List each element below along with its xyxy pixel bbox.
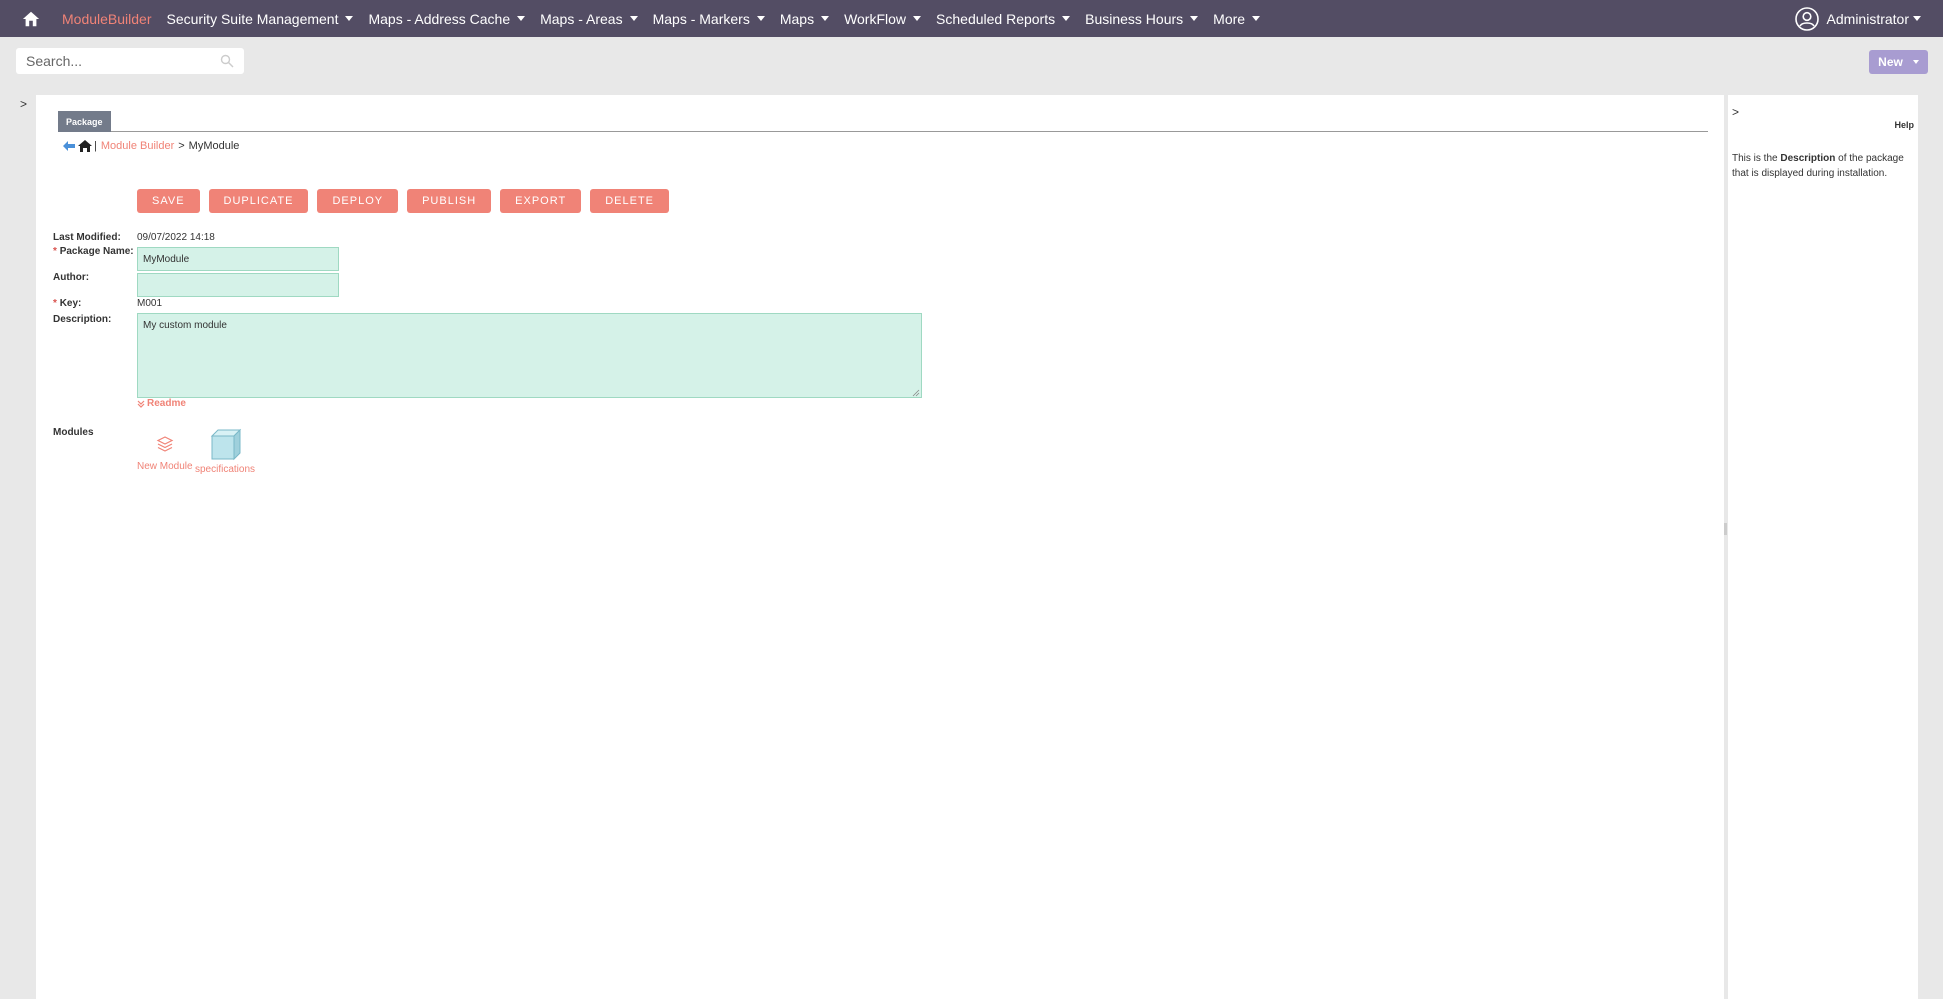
nav-item-security-suite[interactable]: Security Suite Management [167,11,354,27]
nav-item-label: More [1213,10,1246,27]
breadcrumb-separator: | [94,140,97,152]
caret-down-icon [1062,16,1071,21]
user-name: Administrator [1826,10,1909,27]
home-button[interactable] [0,0,62,37]
caret-down-icon [1912,60,1919,64]
module-label: specifications [195,464,256,475]
description-label: Description: [53,314,112,325]
breadcrumb-current: MyModule [188,140,240,152]
nav-item-label: WorkFlow [844,10,907,27]
nav-item-maps-areas[interactable]: Maps - Areas [540,10,638,27]
nav-item-scheduled-reports[interactable]: Scheduled Reports [936,10,1071,27]
tab-bar: Package [58,111,1708,132]
caret-down-icon [1190,16,1199,21]
new-button[interactable]: New [1869,50,1928,74]
last-modified-label: Last Modified: [53,232,121,243]
home-icon [22,11,40,26]
nav-item-label: Maps - Markers [652,10,750,27]
modules-label: Modules [53,427,94,438]
nav-item-maps-address-cache[interactable]: Maps - Address Cache [368,10,526,27]
caret-down-icon [1252,16,1261,21]
delete-button[interactable]: DELETE [590,189,669,213]
caret-down-icon [756,16,765,21]
help-text: This is the Description of the package t… [1732,151,1914,181]
breadcrumb-link-module-builder[interactable]: Module Builder [101,140,174,152]
nav-item-label: ModuleBuilder [62,10,152,27]
publish-button[interactable]: PUBLISH [407,189,492,213]
home-icon[interactable] [78,140,92,152]
nav-item-label: Maps - Address Cache [368,10,511,27]
package-name-label-text: Package Name: [59,246,134,257]
top-navigation-bar: ModuleBuilder Security Suite Management … [0,0,1943,37]
caret-down-icon [517,16,526,21]
caret-down-icon [913,16,922,21]
nav-item-label: Scheduled Reports [936,10,1056,27]
key-value: M001 [137,298,163,309]
user-avatar-icon [1794,6,1819,31]
splitter-grip[interactable] [1724,523,1727,535]
nav-item-label: Business Hours [1085,10,1184,27]
breadcrumb: | Module Builder > MyModule [62,140,239,152]
left-sidebar-toggle[interactable]: > [20,97,27,111]
package-name-label: * Package Name: [53,246,134,257]
help-panel-toggle[interactable]: > [1732,105,1739,119]
caret-down-icon [629,16,638,21]
action-buttons: SAVE DUPLICATE DEPLOY PUBLISH EXPORT DEL… [137,189,678,213]
caret-down-icon [821,16,830,21]
readme-toggle[interactable]: Readme [137,398,186,409]
help-text-bold: Description [1780,153,1836,164]
required-mark: * [53,298,57,309]
user-menu[interactable]: Administrator [1794,6,1921,31]
nav-item-label: Security Suite Management [166,10,339,27]
breadcrumb-arrow: > [178,140,185,152]
key-label: * Key: [53,298,81,309]
package-name-input[interactable] [137,247,339,271]
duplicate-button[interactable]: DUPLICATE [208,189,309,213]
search-bar-row: New [0,37,1943,85]
author-label: Author: [53,272,90,283]
main-panel: Package | Module Builder > MyModule SAVE… [36,95,1724,999]
back-arrow-icon[interactable] [62,140,76,152]
help-panel: > Help This is the Description of the pa… [1728,95,1918,999]
tab-package[interactable]: Package [58,111,111,132]
nav-item-label: Maps [779,10,815,27]
module-tile-specifications[interactable]: specifications [195,427,255,475]
deploy-button[interactable]: DEPLOY [317,189,399,213]
nav-item-maps[interactable]: Maps [779,10,830,27]
caret-down-icon [1913,16,1921,21]
nav-item-maps-markers[interactable]: Maps - Markers [653,11,765,27]
new-module-label: New Module [137,461,193,472]
new-module-tile[interactable]: New Module [137,435,193,472]
help-text-prefix: This is the [1732,153,1781,164]
nav-item-business-hours[interactable]: Business Hours [1085,10,1199,27]
description-textarea[interactable]: My custom module [137,313,922,398]
nav-item-modulebuilder[interactable]: ModuleBuilder [62,11,152,27]
nav-item-label: Maps - Areas [540,10,623,27]
export-button[interactable]: EXPORT [500,189,582,213]
author-input[interactable] [137,273,339,297]
cube-icon [210,428,241,461]
search-box [16,48,244,74]
readme-label: Readme [147,398,186,409]
search-icon[interactable] [220,54,234,68]
help-title: Help [1894,120,1914,130]
resize-grip-icon[interactable] [912,389,920,397]
new-module-icon [156,436,174,452]
required-mark: * [53,246,57,257]
search-input[interactable] [16,53,211,69]
caret-down-icon [345,16,354,21]
nav-item-workflow[interactable]: WorkFlow [844,10,922,27]
nav-item-more[interactable]: More [1213,10,1261,27]
key-label-text: Key: [59,298,82,309]
double-chevron-down-icon [137,400,145,408]
last-modified-value: 09/07/2022 14:18 [137,232,215,243]
new-button-label: New [1878,55,1903,69]
save-button[interactable]: SAVE [137,189,200,213]
